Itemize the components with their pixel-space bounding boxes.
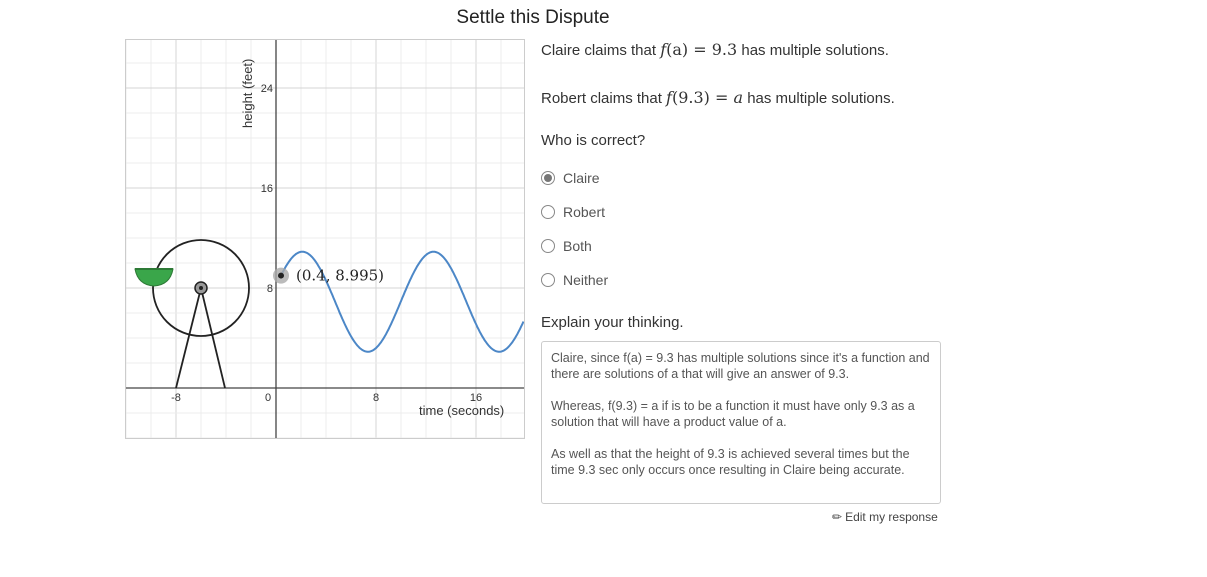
claire-claim-equation: f(a) = 9.3 xyxy=(660,40,737,59)
option-neither[interactable]: Neither xyxy=(541,272,608,288)
question-prompt: Who is correct? xyxy=(541,132,646,149)
response-paragraph-2: Whereas, f(9.3) = a if is to be a functi… xyxy=(551,399,915,429)
claire-eq: = 9.3 xyxy=(688,40,738,59)
pencil-icon: ✏ xyxy=(832,510,843,524)
claire-claim: Claire claims that f(a) = 9.3 has multip… xyxy=(541,40,889,59)
explain-prompt: Explain your thinking. xyxy=(541,314,684,331)
graph-canvas: (0.4, 8.995) time (seconds) height (feet… xyxy=(126,40,524,438)
option-label: Claire xyxy=(563,170,600,186)
robert-eq: = a xyxy=(709,88,744,107)
radio-icon[interactable] xyxy=(541,205,555,219)
wheel-hub-center xyxy=(199,286,203,290)
option-label: Both xyxy=(563,238,592,254)
y-tick-label: 24 xyxy=(261,83,273,95)
option-robert[interactable]: Robert xyxy=(541,204,605,220)
option-label: Neither xyxy=(563,272,609,288)
activity-title: Settle this Dispute xyxy=(456,7,610,28)
x-axis-label: time (seconds) xyxy=(419,403,504,418)
edit-response-label: Edit my response xyxy=(845,510,938,524)
claire-claim-suffix: has multiple solutions. xyxy=(737,42,889,59)
option-label: Robert xyxy=(563,204,606,220)
grid-lines xyxy=(126,40,524,438)
response-paragraph-3: As well as that the height of 9.3 is ach… xyxy=(551,447,910,477)
claire-claim-prefix: Claire claims that xyxy=(541,42,661,59)
radio-icon[interactable] xyxy=(541,239,555,253)
response-paragraph-1: Claire, since f(a) = 9.3 has multiple so… xyxy=(551,351,930,381)
seat-icon xyxy=(134,268,174,287)
x-tick-label: -8 xyxy=(171,392,181,404)
y-axis-label: height (feet) xyxy=(240,59,255,128)
x-tick-label: 8 xyxy=(373,392,379,404)
option-claire[interactable]: Claire xyxy=(541,170,600,186)
ferris-wheel-graph[interactable]: (0.4, 8.995) time (seconds) height (feet… xyxy=(125,39,525,439)
point-dot xyxy=(278,272,284,279)
y-tick-label: 16 xyxy=(261,183,273,195)
x-tick-label: 0 xyxy=(265,392,271,404)
point-label: (0.4, 8.995) xyxy=(296,267,384,285)
ferris-wheel-illustration xyxy=(134,239,250,389)
y-tick-label: 8 xyxy=(267,283,273,295)
radio-icon[interactable] xyxy=(541,273,555,287)
edit-response-link[interactable]: ✏ Edit my response xyxy=(832,510,938,524)
response-box: Claire, since f(a) = 9.3 has multiple so… xyxy=(541,341,941,504)
robert-arg: (9.3) xyxy=(671,88,710,107)
robert-claim-equation: f(9.3) = a xyxy=(666,88,743,107)
x-tick-label: 16 xyxy=(470,392,482,404)
radio-icon[interactable] xyxy=(541,171,555,185)
robert-claim-prefix: Robert claims that xyxy=(541,90,667,107)
robert-claim-suffix: has multiple solutions. xyxy=(743,90,895,107)
claire-arg: (a) xyxy=(666,40,689,59)
option-both[interactable]: Both xyxy=(541,238,592,254)
robert-claim: Robert claims that f(9.3) = a has multip… xyxy=(541,88,895,107)
